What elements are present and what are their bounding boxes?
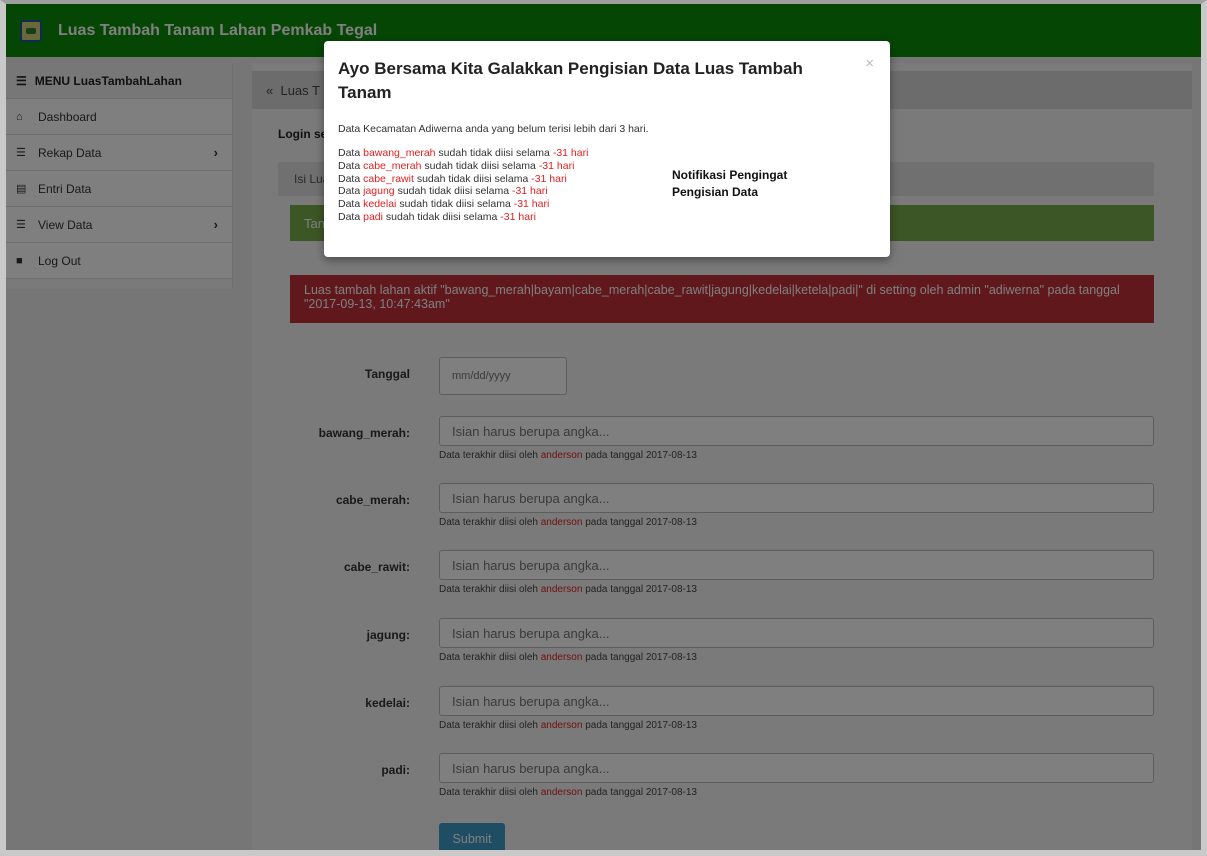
close-icon[interactable]: × (865, 55, 874, 72)
list-item: Data kedelai sudah tidak diisi selama -3… (338, 198, 550, 211)
modal-title: Ayo Bersama Kita Galakkan Pengisian Data… (338, 59, 803, 102)
unfilled-data-list: Data bawang_merah sudah tidak diisi sela… (338, 147, 588, 224)
reminder-modal: Ayo Bersama Kita Galakkan Pengisian Data… (324, 41, 890, 257)
list-item: Data bawang_merah sudah tidak diisi sela… (338, 147, 589, 159)
list-item: Data cabe_merah sudah tidak diisi selama… (338, 159, 575, 172)
list-item: Data padi sudah tidak diisi selama -31 h… (338, 210, 536, 223)
browser-frame: Luas Tambah Tanam Lahan Pemkab Tegal ☰ M… (0, 0, 1207, 856)
list-item: Data cabe_rawit sudah tidak diisi selama… (338, 172, 567, 185)
list-item: Data jagung sudah tidak diisi selama -31… (338, 185, 548, 198)
modal-annotation: Notifikasi Pengingat Pengisian Data (672, 168, 788, 199)
modal-lead-text: Data Kecamatan Adiwerna anda yang belum … (338, 123, 649, 135)
